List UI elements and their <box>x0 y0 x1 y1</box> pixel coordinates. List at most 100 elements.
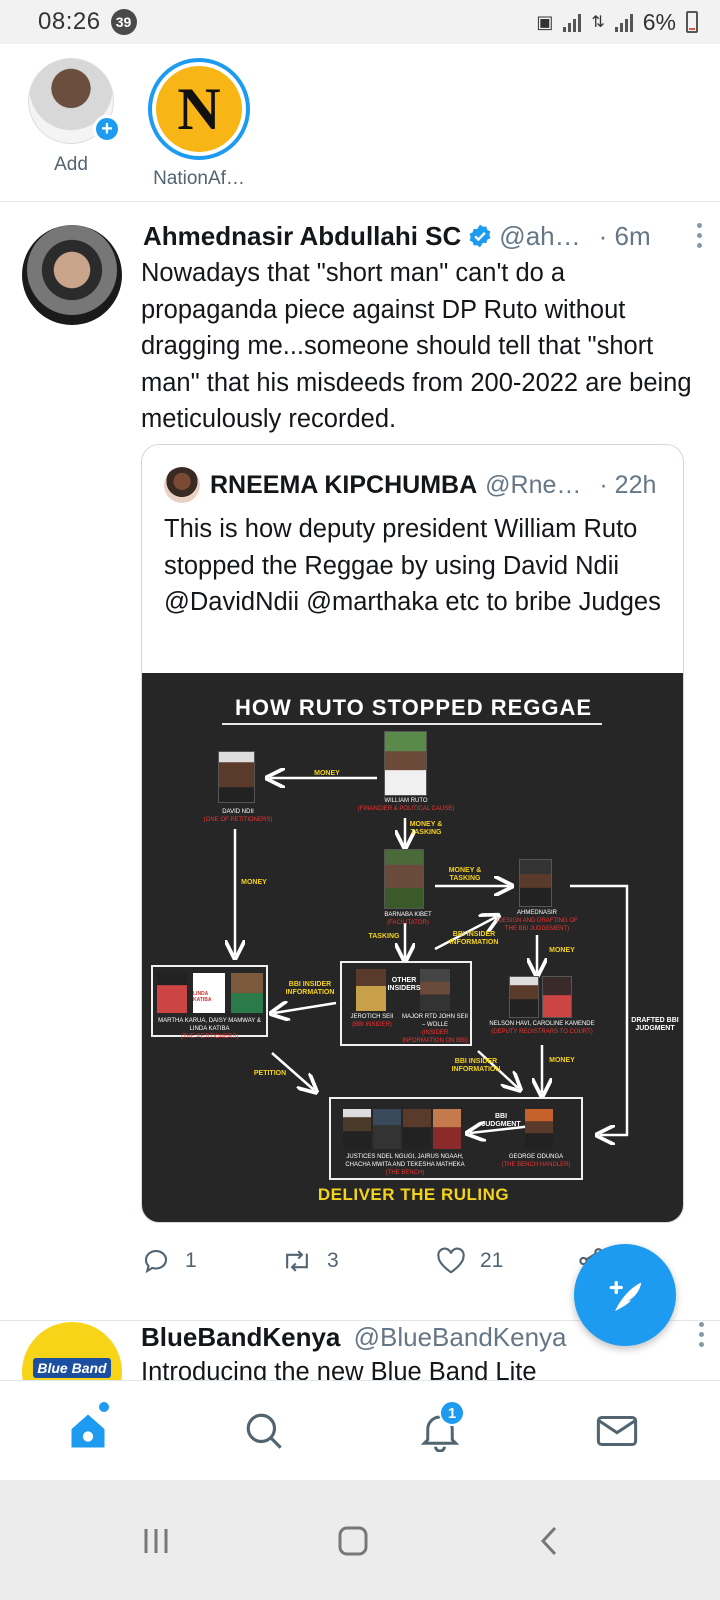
ndii-role: (ONE OF PETITIONERS) <box>203 817 273 823</box>
quoted-name: RNEEMA KIPCHUMBA <box>210 470 478 499</box>
reply-button[interactable]: 1 <box>141 1246 281 1276</box>
insiders-tag: OTHER INSIDERS <box>387 977 421 992</box>
home-square-icon <box>338 1526 368 1556</box>
linda-katiba-logo: LINDA KATIBA <box>193 973 225 1013</box>
kibet-role: (FACILITATOR) <box>387 920 429 926</box>
fleet-label: Add <box>54 154 88 175</box>
status-icons: ▣ ⇅ 6% <box>536 9 698 36</box>
title-underline <box>222 723 602 725</box>
registrars-name: NELSON HAVI, CAROLINE KAMENDE <box>489 1021 595 1027</box>
infographic-title: HOW RUTO STOPPED REGGAE <box>234 695 593 720</box>
signal-icon <box>563 12 582 32</box>
next-author-handle: @BlueBandKenya <box>353 1322 567 1352</box>
add-fleet-plus-icon: + <box>93 115 121 143</box>
blue-band-logo: Blue Band <box>33 1358 111 1378</box>
kibet-name: BARNABA KIBET <box>384 912 432 918</box>
kibet-photo <box>384 849 424 909</box>
quoted-image[interactable]: HOW RUTO STOPPED REGGAE WILLIAM RUTO (FIN… <box>142 673 683 1222</box>
ndii-caption: DAVID NDII (ONE OF PETITIONERS) <box>198 808 278 824</box>
registrars-role: (DEPUTY REGISTRARS TO COURT) <box>491 1029 593 1035</box>
insider-right-name: MAJOR RTD JOHN SEII – WOLLE <box>402 1014 468 1028</box>
insider-left-role: (BBI INSIDER) <box>352 1022 392 1028</box>
bottom-nav: 1 <box>0 1380 720 1480</box>
next-tweet-header: BlueBandKenya @BlueBandKenya <box>141 1322 567 1353</box>
judges-name: JUSTICES NDEL NGUGI, JAIRUS NGAAH, CHACH… <box>345 1154 465 1168</box>
more-options-icon[interactable] <box>695 223 703 248</box>
more-options-icon[interactable] <box>699 1322 704 1347</box>
battery-saver-icon: ▣ <box>536 11 554 32</box>
insiders-box: OTHER INSIDERS JEROTICH SEII (BBI INSIDER… <box>340 961 472 1046</box>
recent-apps-icon <box>144 1529 168 1553</box>
ahmednasir-role: (DESIGN AND DRAFTING OF THE BBI JUDGEMEN… <box>496 918 578 932</box>
edge-label: TASKING <box>368 933 400 940</box>
back-button[interactable] <box>520 1516 580 1566</box>
next-author-name[interactable]: BlueBandKenya <box>141 1322 340 1352</box>
back-chevron-icon <box>540 1526 557 1556</box>
heart-icon <box>437 1247 465 1274</box>
quoted-tweet[interactable]: RNEEMA KIPCHUMBA @Rne… · 22h This is how… <box>141 444 684 1223</box>
petitioners-name: MARTHA KARUA, DAISY MAMWAY & LINDA KATIB… <box>158 1018 261 1032</box>
system-nav-bar <box>0 1480 720 1600</box>
odunga-role: (THE BENCH HANDLER) <box>501 1162 571 1168</box>
kamende-photo <box>542 976 572 1018</box>
edge-label: BBI INSIDER INFORMATION <box>285 981 335 996</box>
nation-logo: N <box>156 66 242 152</box>
recent-apps-button[interactable] <box>126 1516 186 1566</box>
nav-home[interactable] <box>63 1402 113 1456</box>
search-icon <box>246 1413 282 1449</box>
my-avatar: + <box>28 58 121 144</box>
edge-label: MONEY & TASKING <box>448 867 482 882</box>
signal-icon-2 <box>614 12 633 32</box>
data-transfer-icon: ⇅ <box>591 14 605 31</box>
tweet-text: Nowadays that "short man" can't do a pro… <box>141 259 692 433</box>
author-handle: @ah… <box>499 220 581 251</box>
havi-photo <box>509 976 539 1018</box>
home-system-button[interactable] <box>323 1516 383 1566</box>
ruto-role: (FINANCIER & POLITICAL CAUSE) <box>357 806 455 812</box>
nav-notifications[interactable]: 1 <box>415 1400 465 1456</box>
edge-label: PETITION <box>253 1070 287 1077</box>
petitioners-box: LINDA KATIBA MARTHA KARUA, DAISY MAMWAY … <box>151 965 268 1040</box>
edge-label: MONEY & TASKING <box>409 821 443 836</box>
infographic-footer: DELIVER THE RULING <box>317 1185 510 1204</box>
fleet-ring: N <box>148 58 250 160</box>
fleet-add[interactable]: + Add <box>16 58 126 176</box>
fleets-row: + Add N NationAf… <box>0 44 720 202</box>
compose-tweet-button[interactable] <box>574 1244 676 1346</box>
mail-icon <box>596 1415 638 1447</box>
quoted-time: · 22h <box>599 470 657 499</box>
verified-icon <box>469 224 491 248</box>
fleet-nation-africa[interactable]: N NationAf… <box>143 58 255 190</box>
kibet-caption: BARNABA KIBET (FACILITATOR) <box>368 911 448 927</box>
insider-left-name: JEROTICH SEII <box>350 1014 394 1020</box>
reply-count: 1 <box>185 1249 197 1272</box>
ahmednasir-name: AHMEDNASIR <box>516 910 557 916</box>
ruto-caption: WILLIAM RUTO (FINANCIER & POLITICAL CAUSE… <box>348 797 464 813</box>
nav-search[interactable] <box>239 1406 289 1456</box>
retweet-button[interactable]: 3 <box>281 1246 436 1276</box>
edge-label: MONEY <box>314 770 340 777</box>
ndii-photo <box>218 751 255 803</box>
tweet-header: Ahmednasir Abdullahi SC @ah… · 6m <box>143 219 703 253</box>
bluebandkenya-avatar[interactable]: Blue Band <box>22 1322 122 1380</box>
registrars-caption: NELSON HAVI, CAROLINE KAMENDE (DEPUTY REG… <box>482 1020 602 1036</box>
tweet-time: · 6m <box>598 220 651 251</box>
reply-icon <box>144 1249 168 1274</box>
nav-messages[interactable] <box>592 1406 642 1456</box>
ruto-name: WILLIAM RUTO <box>384 798 428 804</box>
author-name[interactable]: Ahmednasir Abdullahi SC <box>143 221 461 252</box>
tweet[interactable]: Ahmednasir Abdullahi SC @ah… · 6m Nowada… <box>0 203 720 1321</box>
home-icon <box>71 1414 105 1448</box>
quoted-handle: @Rne… <box>485 470 582 499</box>
like-button[interactable]: 21 <box>436 1247 576 1275</box>
odunga-name: GEORGE ODUNGA <box>508 1154 564 1160</box>
edge-label: MONEY <box>241 879 267 886</box>
edge-label: BBI INSIDER INFORMATION <box>451 1058 501 1073</box>
ahmednasir-caption: AHMEDNASIR (DESIGN AND DRAFTING OF THE BB… <box>492 909 582 933</box>
judges-box: BBI JUDGMENT JUSTICES NDEL NGUGI, JAIRUS… <box>329 1097 583 1180</box>
edge-label: MONEY <box>549 1057 575 1064</box>
like-count: 21 <box>480 1249 504 1272</box>
author-avatar[interactable] <box>22 225 122 325</box>
ruto-photo <box>384 731 427 796</box>
edge-label: BBI JUDGMENT <box>481 1113 521 1128</box>
